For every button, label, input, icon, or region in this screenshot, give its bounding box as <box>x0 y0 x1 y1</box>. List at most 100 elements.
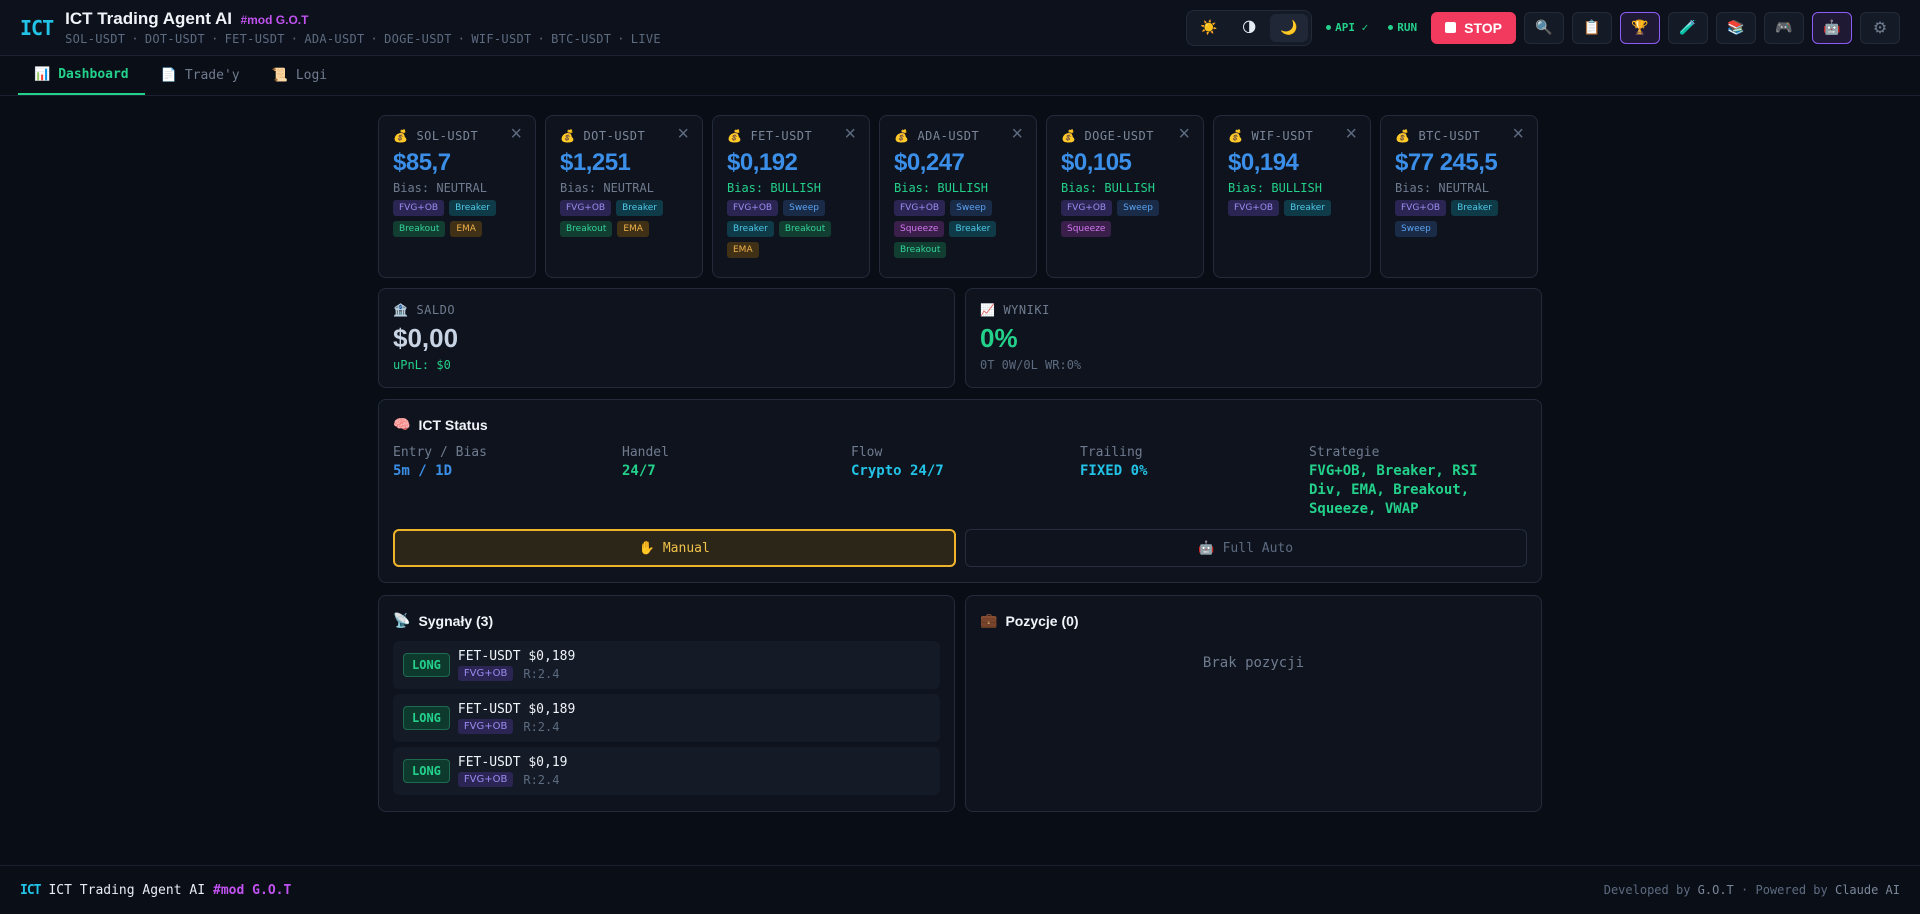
coin-price: $0,105 <box>1061 149 1132 176</box>
ict-item-label: Trailing <box>1080 445 1143 460</box>
pair-label: ADA-USDT <box>304 32 365 46</box>
signal-row[interactable]: LONG FET-USDT $0,189 FVG+OB R:2.4 <box>393 694 940 742</box>
coin-price: $85,7 <box>393 149 451 176</box>
close-icon[interactable]: × <box>844 124 856 144</box>
strategy-tag: FVG+OB <box>1228 200 1280 216</box>
money-bag-icon: 💰 <box>1061 129 1077 143</box>
coin-card[interactable]: 💰 FET-USDT × $0,192 Bias: BULLISH FVG+OB… <box>712 115 870 278</box>
top-bar: ICT ICT Trading Agent AI #mod G.O.T SOL-… <box>0 0 1920 56</box>
tab-label: Logi <box>295 68 328 83</box>
robot-icon: 🤖 <box>1198 540 1215 556</box>
close-icon[interactable]: × <box>1011 124 1023 144</box>
strategy-tag: Sweep <box>1395 221 1437 237</box>
chart-up-icon: 📈 <box>980 303 996 317</box>
footer-logo: ICT <box>20 882 42 898</box>
footer-dev-prefix: Developed by <box>1603 883 1691 897</box>
strategy-tag: Breaker <box>727 221 774 237</box>
close-icon[interactable]: × <box>510 124 522 144</box>
stop-button[interactable]: STOP <box>1431 11 1516 44</box>
app-title: ICT Trading Agent AI <box>65 9 232 28</box>
strategy-tags: FVG+OB Sweep Squeeze Breaker Breakout <box>894 200 1022 258</box>
ict-status-title: ICT Status <box>418 416 488 433</box>
coin-card[interactable]: 💰 BTC-USDT × $77 245,5 Bias: NEUTRAL FVG… <box>1380 115 1538 278</box>
signal-text: FET-USDT $0,19 <box>457 755 568 770</box>
coin-price: $0,192 <box>727 149 798 176</box>
full-auto-mode-button[interactable]: 🤖 Full Auto <box>964 529 1527 567</box>
coin-card[interactable]: 💰 ADA-USDT × $0,247 Bias: BULLISH FVG+OB… <box>879 115 1037 278</box>
long-badge: LONG <box>403 759 450 783</box>
footer-title: ICT Trading Agent AI <box>48 882 206 898</box>
signal-row[interactable]: LONG FET-USDT $0,189 FVG+OB R:2.4 <box>393 641 940 689</box>
coin-card[interactable]: 💰 WIF-USDT × $0,194 Bias: BULLISH FVG+OB… <box>1213 115 1371 278</box>
trophy-icon[interactable]: 🏆 <box>1620 11 1660 44</box>
positions-title: Pozycje (0) <box>1005 612 1079 629</box>
api-status: API ✓ <box>1326 21 1368 34</box>
ict-status-item: Handel 24/7 <box>622 445 851 519</box>
risk-reward: R:2.4 <box>523 719 560 734</box>
coin-cards: 💰 SOL-USDT × $85,7 Bias: NEUTRAL FVG+OB B… <box>378 115 1542 278</box>
money-bag-icon: 💰 <box>560 129 576 143</box>
app-logo: ICT <box>20 15 54 40</box>
search-icon[interactable]: 🔍 <box>1524 11 1564 44</box>
books-icon[interactable]: 📚 <box>1716 11 1756 44</box>
coin-symbol: FET-USDT <box>750 129 813 143</box>
positions-empty-state: Brak pozycji <box>1202 655 1305 671</box>
strategy-tag: Breaker <box>616 200 663 216</box>
strategy-tag: EMA <box>450 221 482 237</box>
coin-card[interactable]: 💰 SOL-USDT × $85,7 Bias: NEUTRAL FVG+OB B… <box>378 115 536 278</box>
strategy-tag: EMA <box>617 221 649 237</box>
results-card: 📈 WYNIKI 0% 0T 0W/0L WR:0% <box>965 288 1542 388</box>
results-value: 0% <box>980 323 1018 353</box>
money-bag-icon: 💰 <box>894 129 910 143</box>
money-bag-icon: 💰 <box>1228 129 1244 143</box>
footer-powered-name: Claude AI <box>1834 883 1900 897</box>
tab-logs[interactable]: 📜 Logi <box>256 56 344 95</box>
close-icon[interactable]: × <box>677 124 689 144</box>
status-dot-icon <box>1326 25 1332 30</box>
run-status: RUN <box>1388 21 1417 34</box>
auto-theme-icon[interactable]: 🌗 <box>1230 14 1268 42</box>
manual-mode-button[interactable]: ✋ Manual <box>393 529 956 567</box>
light-theme-icon[interactable]: ☀️ <box>1190 14 1228 42</box>
brand: ICT ICT Trading Agent AI #mod G.O.T SOL-… <box>20 9 661 46</box>
signal-list: LONG FET-USDT $0,189 FVG+OB R:2.4 LONG F… <box>393 641 940 795</box>
results-label: WYNIKI <box>1003 303 1050 317</box>
robot-icon[interactable]: 🤖 <box>1812 11 1852 44</box>
close-icon[interactable]: × <box>1512 124 1524 144</box>
gamepad-icon[interactable]: 🎮 <box>1764 11 1804 44</box>
strategy-tag: Sweep <box>950 200 992 216</box>
strategy-tags: FVG+OB Breaker Sweep <box>1395 200 1523 237</box>
clipboard-icon[interactable]: 📋 <box>1572 11 1612 44</box>
test-tube-icon[interactable]: 🧪 <box>1668 11 1708 44</box>
ict-item-label: Handel <box>622 445 669 460</box>
ict-item-value: FIXED 0% <box>1080 463 1148 479</box>
close-icon[interactable]: × <box>1178 124 1190 144</box>
coin-bias: Bias: BULLISH <box>1061 181 1155 195</box>
coin-bias: Bias: BULLISH <box>894 181 988 195</box>
tab-dashboard[interactable]: 📊 Dashboard <box>18 56 145 95</box>
ict-item-label: Flow <box>851 445 883 460</box>
money-bag-icon: 💰 <box>393 129 409 143</box>
dark-theme-icon[interactable]: 🌙 <box>1270 13 1309 42</box>
hand-icon: ✋ <box>638 540 655 556</box>
coin-card[interactable]: 💰 DOT-USDT × $1,251 Bias: NEUTRAL FVG+OB… <box>545 115 703 278</box>
strategy-tag: Squeeze <box>1061 221 1112 237</box>
strategy-tags: FVG+OB Breaker Breakout EMA <box>393 200 521 237</box>
briefcase-icon: 💼 <box>980 612 998 628</box>
dashboard: 💰 SOL-USDT × $85,7 Bias: NEUTRAL FVG+OB B… <box>378 115 1542 812</box>
live-label: LIVE <box>630 32 661 46</box>
signals-title: Sygnały (3) <box>418 612 494 629</box>
coin-price: $1,251 <box>560 149 631 176</box>
pair-label: DOT-USDT <box>144 32 206 46</box>
signal-row[interactable]: LONG FET-USDT $0,19 FVG+OB R:2.4 <box>393 747 940 795</box>
close-icon[interactable]: × <box>1345 124 1357 144</box>
strategy-tag: FVG+OB <box>894 200 946 216</box>
coin-card[interactable]: 💰 DOGE-USDT × $0,105 Bias: BULLISH FVG+O… <box>1046 115 1204 278</box>
tab-trades[interactable]: 📄 Trade'y <box>145 56 256 95</box>
ict-status-card: 🧠 ICT Status Entry / Bias 5m / 1D Handel … <box>378 399 1542 583</box>
ict-status-item: Strategie FVG+OB, Breaker, RSI Div, EMA,… <box>1309 445 1514 519</box>
gear-icon[interactable]: ⚙ <box>1860 11 1900 44</box>
strategy-tag: Breaker <box>1284 200 1331 216</box>
satellite-icon: 📡 <box>393 612 411 628</box>
strategy-tag: FVG+OB <box>457 719 514 734</box>
